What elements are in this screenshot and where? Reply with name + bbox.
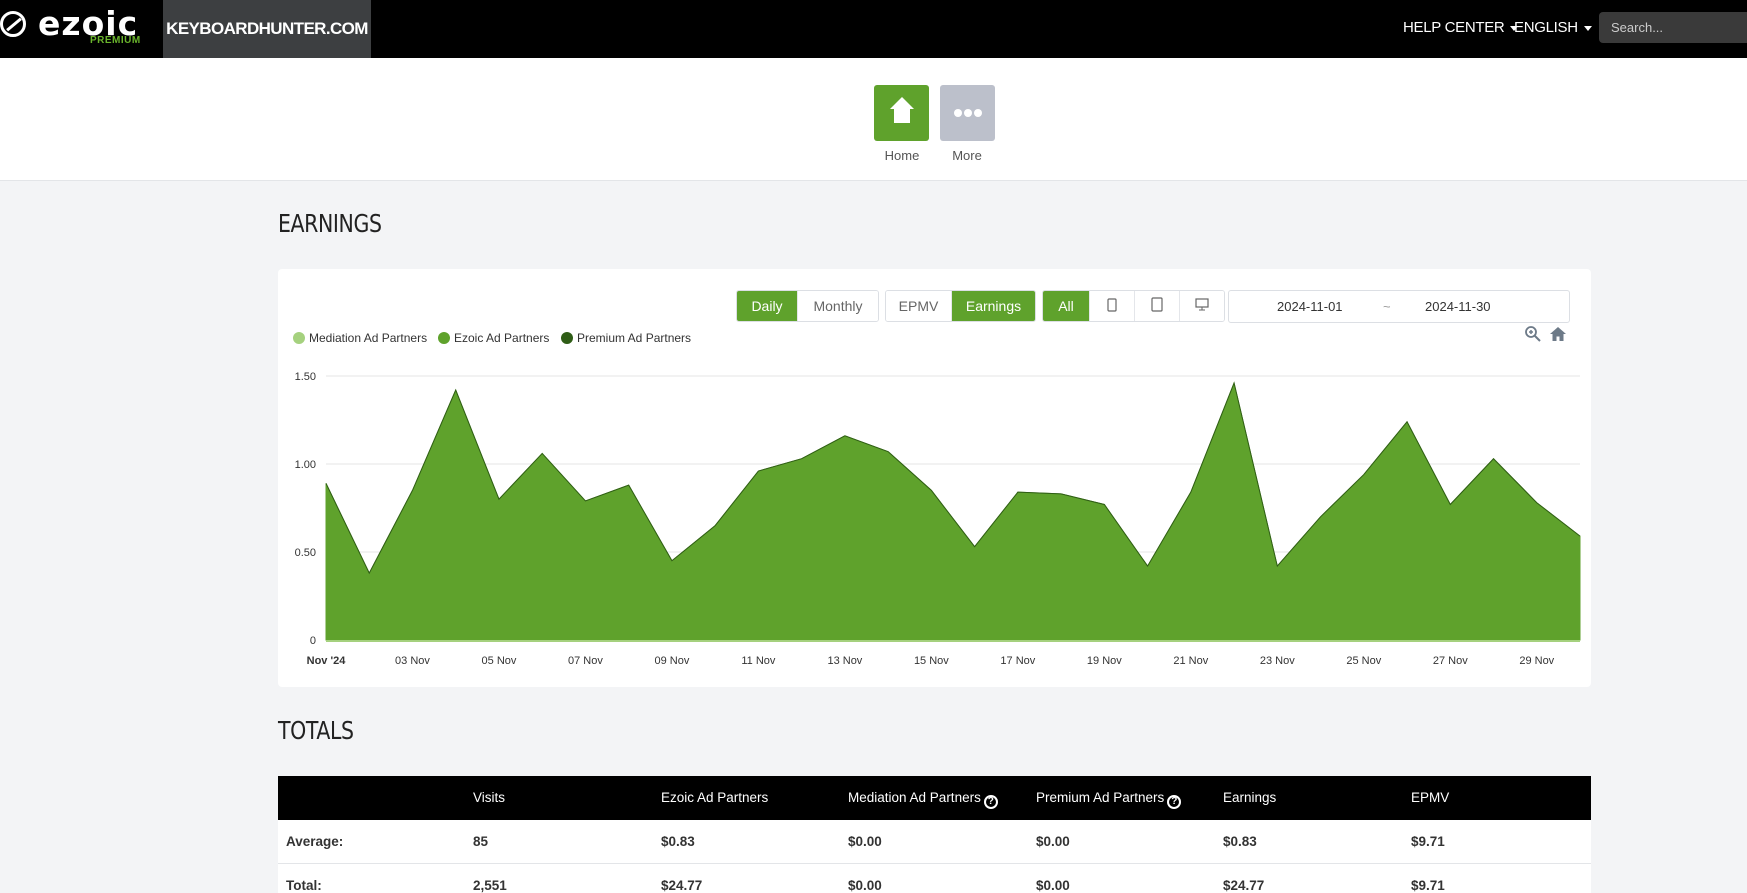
x-tick-label: 11 Nov [741,655,776,667]
table-row-average: Average: 85 $0.83 $0.00 $0.00 $0.83 $9.7… [278,820,1591,864]
more-button[interactable] [940,85,995,141]
col-premium-ad-partners: Premium Ad Partners? [1036,790,1182,809]
cell: 85 [473,834,489,849]
help-center-dropdown[interactable]: HELP CENTER [1403,0,1519,58]
y-tick-label: 1.00 [295,459,316,471]
premium-badge: PREMIUM [90,35,141,46]
cell: 2,551 [473,878,507,893]
x-tick-label: 13 Nov [827,655,862,667]
home-icon-body [894,109,910,123]
col-mediation-ad-partners: Mediation Ad Partners? [848,790,998,809]
cell: $0.00 [1036,834,1070,849]
language-dropdown[interactable]: ENGLISH [1514,0,1592,58]
earnings-chart-card: Daily Monthly EPMV Earnings All 2024-11-… [278,269,1591,687]
table-row-total: Total: 2,551 $24.77 $0.00 $0.00 $24.77 $… [278,864,1591,893]
cell: $0.00 [1036,878,1070,893]
cell: $24.77 [1223,878,1265,893]
top-navbar: ezoic PREMIUM KEYBOARDHUNTER.COM HELP CE… [0,0,1747,58]
more-label: More [952,148,982,163]
y-tick-label: 0 [310,635,316,647]
row-label: Total: [286,878,322,893]
help-center-label: HELP CENTER [1403,19,1505,36]
search-input[interactable] [1599,12,1747,43]
earnings-area-chart: 0 0.50 1.00 1.50 Nov '24 03 Nov 05 Nov 07 Nov 09… [295,371,1581,667]
col-ezoic-ad-partners: Ezoic Ad Partners [661,790,769,805]
home-button[interactable] [874,85,929,141]
x-tick-label: 21 Nov [1173,655,1208,667]
cell: $0.83 [661,834,695,849]
site-selector[interactable]: KEYBOARDHUNTER.COM [163,0,371,58]
col-epmv: EPMV [1411,790,1450,805]
x-tick-label: 29 Nov [1519,655,1554,667]
x-tick-label: 03 Nov [395,655,430,667]
x-tick-label: 25 Nov [1346,655,1381,667]
x-tick-label: 15 Nov [914,655,949,667]
y-tick-label: 0.50 [295,547,316,559]
x-tick-label: 19 Nov [1087,655,1122,667]
cell: $24.77 [661,878,703,893]
more-dots-icon [954,109,982,117]
cell: $0.00 [848,834,882,849]
x-tick-label: 27 Nov [1433,655,1468,667]
x-tick-label: 07 Nov [568,655,603,667]
cell: $0.83 [1223,834,1257,849]
caret-down-icon [1583,25,1592,31]
col-visits: Visits [473,790,506,805]
ezoic-logo[interactable]: ezoic PREMIUM [0,0,162,58]
x-tick-label: 17 Nov [1000,655,1035,667]
quick-nav-bar: Home More [0,58,1747,181]
area-ezoic [325,381,1581,641]
language-label: ENGLISH [1514,19,1578,36]
ezoic-logo-mark [0,11,26,37]
earnings-title: EARNINGS [278,209,382,238]
table-header: Visits Ezoic Ad Partners Mediation Ad Pa… [278,776,1591,820]
y-tick-label: 1.50 [295,371,316,383]
cell: $9.71 [1411,878,1445,893]
help-icon[interactable]: ? [983,795,998,809]
x-tick-label: 23 Nov [1260,655,1295,667]
totals-title: TOTALS [278,716,354,745]
home-icon [890,97,914,109]
cell: $0.00 [848,878,882,893]
row-label: Average: [286,834,344,849]
col-earnings: Earnings [1223,790,1277,805]
totals-table: Visits Ezoic Ad Partners Mediation Ad Pa… [278,776,1591,893]
x-tick-label: 09 Nov [655,655,690,667]
cell: $9.71 [1411,834,1445,849]
x-tick-label: Nov '24 [307,655,347,667]
x-tick-label: 05 Nov [482,655,517,667]
help-icon[interactable]: ? [1167,795,1182,809]
